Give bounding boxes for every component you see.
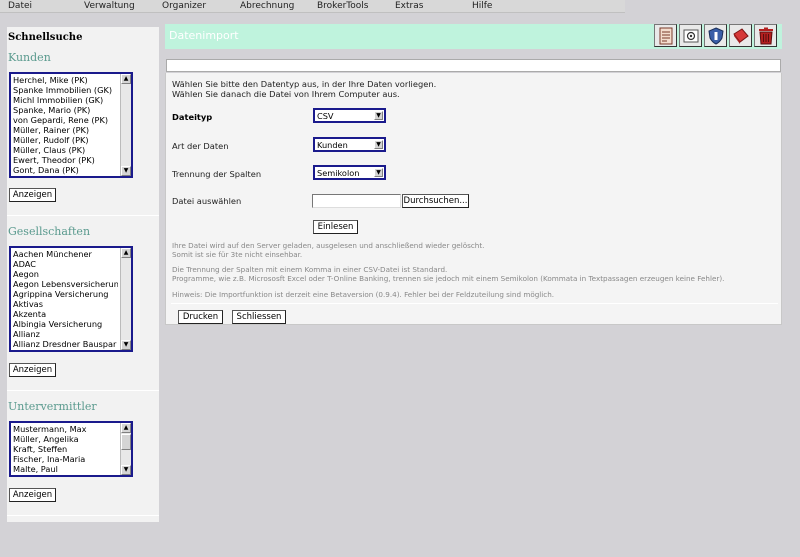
form-divider	[171, 303, 778, 304]
quick-search-sidebar: Schnellsuche Kunden Herchel, Mike (PK) S…	[7, 27, 159, 522]
section-divider	[7, 390, 159, 391]
note-separator-1: Die Trennung der Spalten mit einem Komma…	[172, 265, 448, 274]
art-label: Art der Daten	[172, 141, 229, 151]
list-item[interactable]: Aktivas	[13, 299, 118, 309]
untervermittler-show-button[interactable]: Anzeigen	[9, 488, 56, 502]
trennung-label: Trennung der Spalten	[172, 169, 262, 179]
menu-brokertools[interactable]: BrokerTools	[317, 1, 368, 11]
list-item[interactable]: Albingia Versicherung	[13, 319, 118, 329]
scroll-up-icon[interactable]: ▲	[121, 74, 131, 84]
section-heading-untervermittler: Untervermittler	[8, 400, 97, 413]
menu-hilfe[interactable]: Hilfe	[472, 1, 492, 11]
kunden-listbox[interactable]: Herchel, Mike (PK) Spanke Immobilien (GK…	[9, 72, 133, 178]
chevron-down-icon[interactable]: ▼	[374, 168, 383, 177]
gesellschaften-scrollbar[interactable]: ▲ ▼	[120, 248, 131, 350]
list-item[interactable]: Akzenta	[13, 309, 118, 319]
datei-label: Datei auswählen	[172, 196, 242, 206]
section-divider	[7, 215, 159, 216]
blank-info-bar	[166, 59, 781, 72]
sidebar-title: Schnellsuche	[8, 32, 83, 43]
scroll-up-icon[interactable]: ▲	[121, 423, 131, 433]
note-upload-1: Ihre Datei wird auf den Server geladen, …	[172, 241, 485, 250]
list-item[interactable]: Gont, Dana (PK)	[13, 165, 118, 175]
panel-title: Datenimport	[169, 29, 239, 42]
list-item[interactable]: Müller, Rudolf (PK)	[13, 135, 118, 145]
section-heading-kunden: Kunden	[8, 51, 51, 64]
panel-header: Datenimport	[165, 24, 782, 49]
menu-verwaltung[interactable]: Verwaltung	[84, 1, 135, 11]
list-item[interactable]: Michl Immobilien (GK)	[13, 95, 118, 105]
email-icon[interactable]	[679, 24, 702, 47]
intro-text-2: Wählen Sie danach die Datei von Ihrem Co…	[172, 89, 400, 99]
dateityp-select[interactable]: CSV ▼	[313, 108, 386, 123]
kunden-scrollbar[interactable]: ▲ ▼	[120, 74, 131, 176]
scroll-down-icon[interactable]: ▼	[121, 166, 131, 176]
dateityp-label: Dateityp	[172, 112, 213, 122]
list-item[interactable]: Aachen Münchener	[13, 249, 118, 259]
scroll-down-icon[interactable]: ▼	[121, 465, 131, 475]
list-item[interactable]: Ewert, Theodor (PK)	[13, 155, 118, 165]
scroll-up-icon[interactable]: ▲	[121, 248, 131, 258]
list-item[interactable]: Müller, Rainer (PK)	[13, 125, 118, 135]
art-value: Kunden	[317, 140, 348, 150]
note-upload-2: Somit ist sie für 3te nicht einsehbar.	[172, 250, 303, 259]
list-item[interactable]: Malte, Paul	[13, 464, 118, 474]
scroll-down-icon[interactable]: ▼	[121, 340, 131, 350]
trash-icon[interactable]	[754, 24, 777, 47]
trennung-value: Semikolon	[317, 168, 360, 178]
chevron-down-icon[interactable]: ▼	[374, 111, 383, 120]
read-file-button[interactable]: Einlesen	[313, 220, 358, 234]
note-separator-2: Programme, wie z.B. Micrososft Excel ode…	[172, 274, 725, 283]
section-heading-gesellschaften: Gesellschaften	[8, 225, 91, 238]
list-item[interactable]: Agrippina Versicherung	[13, 289, 118, 299]
list-item[interactable]: Aegon Lebensversicherungs	[13, 279, 118, 289]
list-item[interactable]: Mustermann, Max	[13, 424, 118, 434]
kunden-show-button[interactable]: Anzeigen	[9, 188, 56, 202]
list-item[interactable]: Herchel, Mike (PK)	[13, 75, 118, 85]
list-item[interactable]: Spanke, Mario (PK)	[13, 105, 118, 115]
section-divider	[7, 515, 159, 516]
list-item[interactable]: Fischer, Ina-Maria	[13, 454, 118, 464]
untervermittler-listbox[interactable]: Mustermann, Max Müller, Angelika Kraft, …	[9, 421, 133, 477]
scroll-thumb[interactable]	[121, 434, 131, 450]
document-icon[interactable]	[654, 24, 677, 47]
gesellschaften-show-button[interactable]: Anzeigen	[9, 363, 56, 377]
menu-datei[interactable]: Datei	[8, 1, 32, 11]
browse-button[interactable]: Durchsuchen...	[402, 194, 469, 208]
gesellschaften-listbox[interactable]: Aachen Münchener ADAC Aegon Aegon Lebens…	[9, 246, 133, 352]
list-item[interactable]: Allianz Dresdner Bauspar AG	[13, 339, 118, 349]
print-button[interactable]: Drucken	[178, 310, 223, 324]
shield-icon[interactable]	[704, 24, 727, 47]
untervermittler-scrollbar[interactable]: ▲ ▼	[120, 423, 131, 475]
menu-extras[interactable]: Extras	[395, 1, 423, 11]
trennung-select[interactable]: Semikolon ▼	[313, 165, 386, 180]
import-form: Wählen Sie bitte den Datentyp aus, in de…	[165, 73, 782, 325]
list-item[interactable]: Aegon	[13, 269, 118, 279]
list-item[interactable]: Allianz	[13, 329, 118, 339]
notebook-icon[interactable]	[729, 24, 752, 47]
list-item[interactable]: von Gepardi, Rene (PK)	[13, 115, 118, 125]
menu-bar: Datei Verwaltung Organizer Abrechnung Br…	[0, 0, 625, 13]
note-beta: Hinweis: Die Importfunktion ist derzeit …	[172, 290, 555, 299]
file-path-input[interactable]	[312, 194, 401, 208]
list-item[interactable]: ADAC	[13, 259, 118, 269]
menu-abrechnung[interactable]: Abrechnung	[240, 1, 294, 11]
list-item[interactable]: Kraft, Steffen	[13, 444, 118, 454]
list-item[interactable]: Müller, Angelika	[13, 434, 118, 444]
menu-organizer[interactable]: Organizer	[162, 1, 206, 11]
dateityp-value: CSV	[317, 111, 334, 121]
close-button[interactable]: Schliessen	[232, 310, 286, 324]
list-item[interactable]: Müller, Claus (PK)	[13, 145, 118, 155]
list-item[interactable]: Spanke Immobilien (GK)	[13, 85, 118, 95]
art-select[interactable]: Kunden ▼	[313, 137, 386, 152]
intro-text-1: Wählen Sie bitte den Datentyp aus, in de…	[172, 79, 437, 89]
chevron-down-icon[interactable]: ▼	[374, 140, 383, 149]
